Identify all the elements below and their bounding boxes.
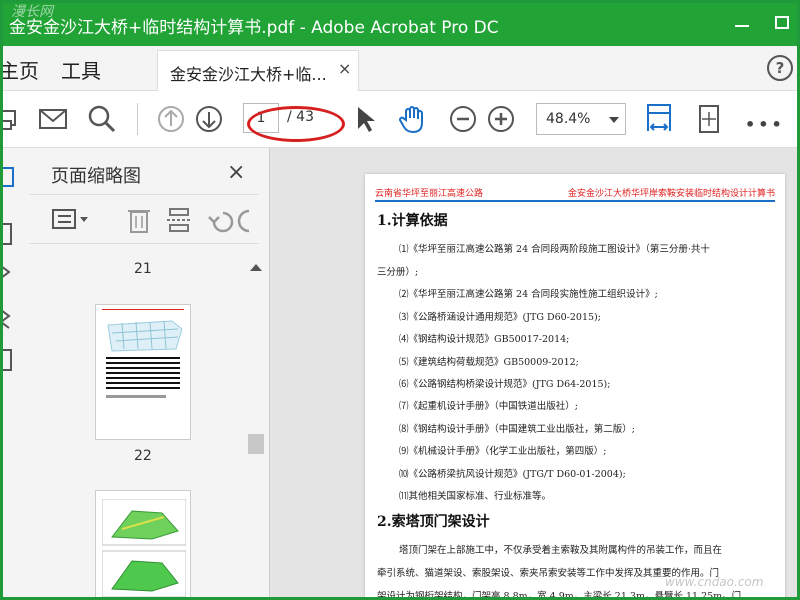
reference-line: ⑽《公路桥梁抗风设计规范》(JTG/T D60-01-2004); (399, 469, 626, 480)
reference-line: ⑼《机械设计手册》（化学工业出版社，第四版）; (399, 446, 607, 457)
trash-icon[interactable] (125, 205, 153, 235)
annotation-circle (247, 106, 345, 142)
nav-icons[interactable] (3, 162, 25, 382)
thumbnail-list: 21 22 (29, 248, 243, 597)
reference-line: ⑷《钢结构设计规范》GB50017-2014; (399, 334, 570, 345)
minimize-button[interactable] (727, 11, 757, 37)
rotate-page-icon[interactable] (693, 103, 725, 137)
print-icon[interactable] (3, 103, 19, 135)
title-bar: 漫长网 金安金沙江大桥+临时结构计算书.pdf - Adobe Acrobat … (3, 3, 797, 46)
zoom-out-icon[interactable] (447, 103, 479, 135)
watermark-bottom: www.cndao.com (665, 575, 764, 589)
reference-line: 三分册）; (377, 267, 419, 278)
maximize-button[interactable] (769, 11, 797, 37)
thumbnails-panel: 页面缩略图 × 21 22 (29, 148, 270, 597)
reference-line: ⑺《起重机设计手册》（中国铁道出版社）; (399, 401, 578, 412)
section-heading: 1.计算依据 (377, 213, 448, 229)
toolbar-separator (137, 103, 138, 135)
reference-line: ⑻《钢结构设计手册》（中国建筑工业出版社，第二版）; (399, 424, 635, 435)
paragraph-line: 塔顶门架在上部施工中，不仅承受着主索鞍及其附属构件的吊装工作，而且在 (399, 545, 723, 556)
menu-home[interactable]: 主页 (3, 55, 39, 84)
hand-icon[interactable] (397, 103, 429, 135)
toolbar: 1 / 43 48.4% ••• (3, 91, 797, 148)
header-rule (375, 200, 775, 202)
document-area[interactable]: 云南省华坪至丽江高速公路 金安金沙江大桥华坪岸索鞍安装临时结构设计计算书 1.计… (270, 148, 797, 600)
document-tab-label: 金安金沙江大桥+临... (170, 65, 327, 84)
thumbnail-figure (107, 320, 183, 352)
thumbnail-page[interactable] (95, 304, 191, 440)
chevron-down-icon (609, 117, 619, 123)
reference-line: ⑸《建筑结构荷载规范》GB50009-2012; (399, 357, 579, 368)
more-icon[interactable]: ••• (745, 115, 785, 134)
zoom-in-icon[interactable] (485, 103, 517, 135)
prev-page-icon[interactable] (155, 103, 187, 135)
reference-line: ⑶《公路桥涵设计通用规范》(JTG D60-2015); (399, 312, 601, 323)
thumbnail-scrollbar[interactable] (245, 260, 267, 597)
document-tab[interactable]: 金安金沙江大桥+临... × (157, 50, 359, 91)
pdf-page: 云南省华坪至丽江高速公路 金安金沙江大桥华坪岸索鞍安装临时结构设计计算书 1.计… (365, 174, 785, 600)
reference-line: ⑹《公路钢结构桥梁设计规范》(JTG D64-2015); (399, 379, 611, 390)
menu-tools[interactable]: 工具 (61, 55, 101, 84)
insert-page-icon[interactable] (165, 205, 193, 235)
left-nav-strip (3, 148, 30, 597)
zoom-select[interactable]: 48.4% (536, 103, 626, 135)
close-tab-icon[interactable]: × (338, 59, 351, 78)
fit-width-icon[interactable] (643, 103, 675, 137)
app-window: 漫长网 金安金沙江大桥+临时结构计算书.pdf - Adobe Acrobat … (0, 0, 800, 600)
window-title: 金安金沙江大桥+临时结构计算书.pdf - Adobe Acrobat Pro … (9, 18, 499, 38)
thumbnail-page[interactable] (95, 490, 191, 597)
reference-line: ⑾其他相关国家标准、行业标准等。 (399, 491, 552, 502)
page-header-right: 金安金沙江大桥华坪岸索鞍安装临时结构设计计算书 (567, 189, 775, 199)
reference-line: ⑴《华坪至丽江高速公路第 24 合同段两阶段施工图设计》（第三分册·共十 (399, 244, 710, 255)
section-heading: 2.索塔顶门架设计 (377, 514, 490, 530)
reference-line: ⑵《华坪至丽江高速公路第 24 合同段实施性施工组织设计》; (399, 289, 658, 300)
panel-title: 页面缩略图 (51, 166, 141, 187)
thumbnail-label: 22 (134, 448, 152, 464)
undo-icon[interactable] (205, 205, 255, 235)
scroll-up-icon[interactable] (250, 264, 262, 271)
next-page-icon[interactable] (193, 103, 225, 135)
options-icon[interactable] (51, 207, 91, 233)
search-icon[interactable] (86, 103, 118, 135)
thumbnail-label: 21 (134, 261, 152, 277)
zoom-value: 48.4% (546, 111, 591, 127)
page-header-left: 云南省华坪至丽江高速公路 (375, 189, 484, 199)
paragraph-line: 架设计为钢桁架结构，门架高 8.8m，宽 4.9m，主梁长 21.3m，悬臂长 … (377, 591, 742, 600)
select-icon[interactable] (353, 103, 377, 135)
mail-icon[interactable] (37, 103, 69, 135)
scroll-thumb[interactable] (248, 434, 264, 454)
close-panel-icon[interactable]: × (227, 160, 245, 185)
thumbnail-figure (102, 499, 186, 597)
help-icon[interactable]: ? (767, 55, 793, 81)
menu-row: 主页 工具 金安金沙江大桥+临... × ? (3, 46, 797, 91)
panel-toolbar (29, 194, 259, 244)
